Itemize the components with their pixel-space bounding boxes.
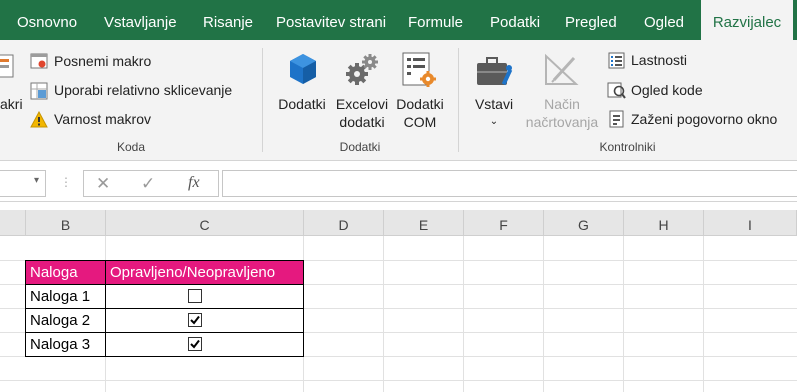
run-dialog-icon <box>609 110 625 133</box>
table-header-task[interactable]: Naloga <box>26 261 105 284</box>
task-cell[interactable]: Naloga 2 <box>26 309 105 332</box>
column-header-b[interactable]: B <box>26 210 106 236</box>
design-mode-icon <box>542 52 580 93</box>
group-separator <box>262 48 263 152</box>
macro-security-button[interactable]: Varnost makrov <box>54 111 151 127</box>
tab-ogled[interactable]: Ogled <box>644 0 684 40</box>
insert-controls-button[interactable]: Vstavi <box>464 95 524 113</box>
drag-handle-icon[interactable]: ⋮ <box>60 175 72 189</box>
design-mode-button-line2[interactable]: načrtovanja <box>522 113 602 131</box>
excel-addins-button-line1[interactable]: Excelovi <box>331 95 393 113</box>
column-header-e[interactable]: E <box>384 210 464 236</box>
com-addins-button-line1[interactable]: Dodatki <box>389 95 451 113</box>
checkbox-unchecked[interactable] <box>188 289 202 303</box>
view-code-icon <box>607 81 626 104</box>
insert-function-icon[interactable]: fx <box>188 174 200 192</box>
addins-icon <box>286 52 320 93</box>
enter-check-icon[interactable]: ✓ <box>141 174 155 194</box>
relative-references-icon <box>30 82 48 105</box>
chevron-down-icon[interactable]: ▾ <box>34 175 39 186</box>
view-code-button[interactable]: Ogled kode <box>631 82 703 98</box>
com-addins-button-line2[interactable]: COM <box>389 113 451 131</box>
column-header-g[interactable]: G <box>544 210 624 236</box>
task-cell[interactable]: Naloga 1 <box>26 285 105 308</box>
ribbon-tab-bar: Osnovno Vstavljanje Risanje Postavitev s… <box>0 0 797 40</box>
tab-osnovno[interactable]: Osnovno <box>17 0 77 40</box>
macros-button-label[interactable]: akri <box>0 96 23 112</box>
relative-references-button[interactable]: Uporabi relativno sklicevanje <box>54 82 232 98</box>
addins-button[interactable]: Dodatki <box>271 95 333 113</box>
cancel-icon[interactable]: ✕ <box>96 174 110 194</box>
run-dialog-button[interactable]: Zaženi pogovorno okno <box>631 111 777 127</box>
com-addins-icon <box>401 51 437 94</box>
tab-pregled[interactable]: Pregled <box>565 0 617 40</box>
column-header-h[interactable]: H <box>624 210 704 236</box>
checkmark-icon <box>190 315 200 325</box>
name-box[interactable]: ▾ <box>0 170 46 197</box>
ribbon-panel: akri Posnemi makro Uporabi relativno skl… <box>0 40 797 161</box>
column-header-f[interactable]: F <box>464 210 544 236</box>
excel-addins-button-line2[interactable]: dodatki <box>331 113 393 131</box>
checkmark-icon <box>190 339 200 349</box>
record-macro-icon <box>30 53 48 76</box>
toolbox-icon <box>475 53 515 94</box>
formula-buttons: ✕ ✓ fx <box>83 170 219 197</box>
design-mode-button-line1[interactable]: Način <box>522 95 602 113</box>
tab-podatki[interactable]: Podatki <box>490 0 540 40</box>
warning-icon <box>30 110 48 133</box>
group-title-kontrolniki: Kontrolniki <box>599 140 656 154</box>
column-header-i[interactable]: I <box>704 210 797 236</box>
column-header-c[interactable]: C <box>106 210 304 236</box>
checkbox-checked[interactable] <box>188 337 202 351</box>
macros-icon <box>0 54 14 85</box>
formula-input[interactable] <box>222 170 797 197</box>
chevron-down-icon[interactable]: ⌄ <box>464 113 524 131</box>
tab-razvijalec[interactable]: Razvijalec <box>701 0 793 40</box>
formula-bar: ▾ ⋮ ✕ ✓ fx <box>0 161 797 202</box>
tab-postavitev-strani[interactable]: Postavitev strani <box>276 0 386 40</box>
tab-formule[interactable]: Formule <box>408 0 463 40</box>
task-cell[interactable]: Naloga 3 <box>26 333 105 356</box>
checkbox-checked[interactable] <box>188 313 202 327</box>
properties-icon <box>608 52 625 74</box>
excel-addins-gear-icon <box>345 52 379 93</box>
properties-button[interactable]: Lastnosti <box>631 52 687 68</box>
table-header-status[interactable]: Opravljeno/Neopravljeno <box>106 261 303 284</box>
column-header-d[interactable]: D <box>304 210 384 236</box>
group-title-dodatki: Dodatki <box>339 140 381 154</box>
group-title-koda: Koda <box>116 140 146 154</box>
group-separator <box>458 48 459 152</box>
tab-risanje[interactable]: Risanje <box>203 0 253 40</box>
tab-vstavljanje[interactable]: Vstavljanje <box>104 0 177 40</box>
row-header-corner[interactable] <box>0 210 26 236</box>
record-macro-button[interactable]: Posnemi makro <box>54 53 151 69</box>
gridline <box>0 380 797 381</box>
